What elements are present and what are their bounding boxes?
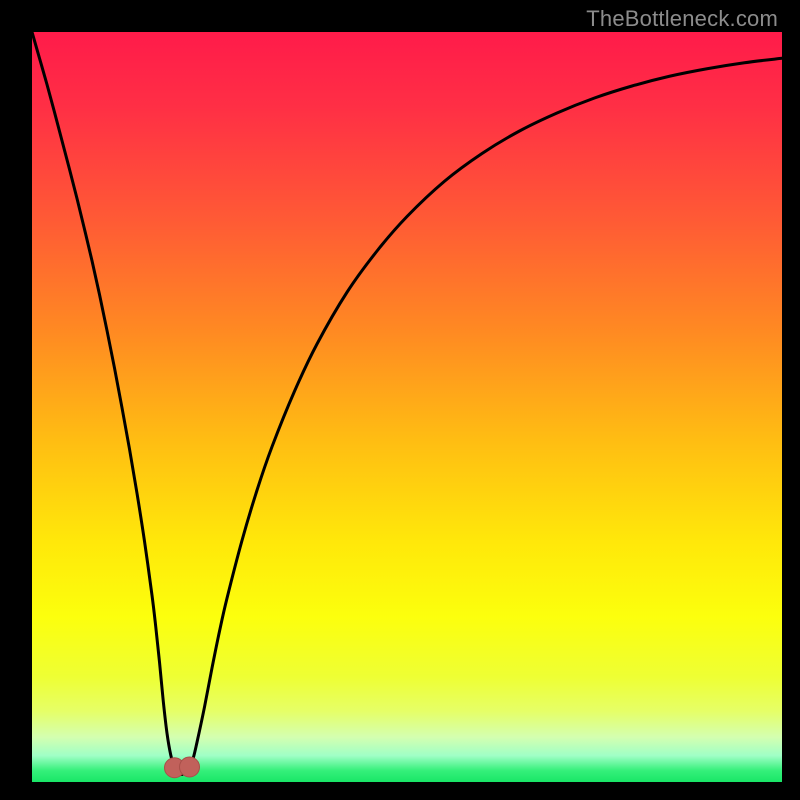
chart-frame: TheBottleneck.com bbox=[0, 0, 800, 800]
watermark-text: TheBottleneck.com bbox=[586, 6, 778, 32]
curve-marker bbox=[180, 757, 200, 777]
bottleneck-curve bbox=[32, 32, 782, 782]
plot-area bbox=[32, 32, 782, 782]
